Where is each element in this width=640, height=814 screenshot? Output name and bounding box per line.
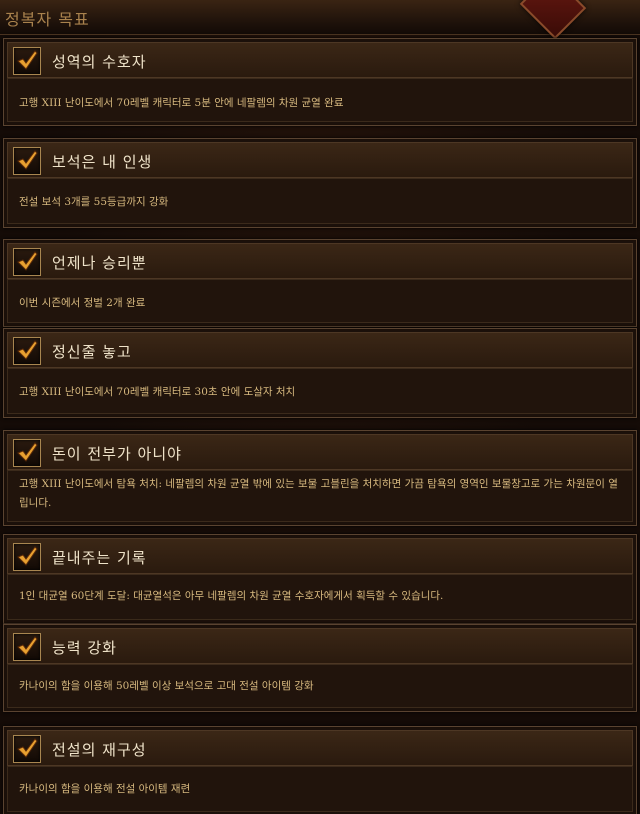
achievement-card[interactable]: 보석은 내 인생 전설 보석 3개를 55등급까지 강화	[3, 138, 637, 228]
achievement-description: 카나이의 함을 이용해 50레벨 이상 보석으로 고대 전설 아이템 강화	[19, 680, 314, 692]
achievement-body: 카나이의 함을 이용해 전설 아이템 재련	[7, 766, 633, 812]
achievement-description: 고행 XIII 난이도에서 탐욕 처치: 네팔렘의 차원 균열 밖에 있는 보물…	[19, 478, 618, 509]
checkmark-icon	[13, 47, 41, 75]
checkmark-icon	[13, 147, 41, 175]
achievement-description: 1인 대균열 60단계 도달: 대균열석은 아무 네팔렘의 차원 균열 수호자에…	[19, 590, 444, 602]
checkmark-icon	[13, 543, 41, 571]
conqueror-goals-panel: 정복자 목표 성역의 수호자 고행 XIII 난이도에서 70레벨 캐릭터로 5…	[0, 0, 640, 814]
achievement-header: 보석은 내 인생	[7, 142, 633, 178]
panel-header: 정복자 목표	[0, 0, 640, 40]
achievement-body: 카나이의 함을 이용해 50레벨 이상 보석으로 고대 전설 아이템 강화	[7, 664, 633, 708]
checkmark-icon	[13, 439, 41, 467]
achievement-header: 돈이 전부가 아니야	[7, 434, 633, 470]
achievement-card[interactable]: 전설의 재구성 카나이의 함을 이용해 전설 아이템 재련	[3, 726, 637, 814]
achievement-header: 전설의 재구성	[7, 730, 633, 766]
checkmark-icon	[13, 633, 41, 661]
achievement-body: 1인 대균열 60단계 도달: 대균열석은 아무 네팔렘의 차원 균열 수호자에…	[7, 574, 633, 620]
season-emblem-icon	[519, 0, 587, 40]
achievement-card[interactable]: 끝내주는 기록 1인 대균열 60단계 도달: 대균열석은 아무 네팔렘의 차원…	[3, 534, 637, 624]
achievement-body: 고행 XIII 난이도에서 70레벨 캐릭터로 30초 안에 도살자 처치	[7, 368, 633, 414]
achievement-card[interactable]: 언제나 승리뿐 이번 시즌에서 정벌 2개 완료	[3, 239, 637, 327]
achievement-body: 이번 시즌에서 정벌 2개 완료	[7, 279, 633, 323]
achievement-title: 끝내주는 기록	[52, 549, 147, 567]
achievement-title: 언제나 승리뿐	[52, 254, 147, 272]
achievement-body: 고행 XIII 난이도에서 탐욕 처치: 네팔렘의 차원 균열 밖에 있는 보물…	[7, 470, 633, 522]
achievement-body: 전설 보석 3개를 55등급까지 강화	[7, 178, 633, 224]
achievement-title: 보석은 내 인생	[52, 153, 153, 171]
achievement-description: 고행 XIII 난이도에서 70레벨 캐릭터로 5분 안에 네팔렘의 차원 균열…	[19, 97, 344, 109]
checkmark-icon	[13, 735, 41, 763]
achievement-card[interactable]: 정신줄 놓고 고행 XIII 난이도에서 70레벨 캐릭터로 30초 안에 도살…	[3, 328, 637, 418]
achievement-description: 고행 XIII 난이도에서 70레벨 캐릭터로 30초 안에 도살자 처치	[19, 386, 296, 398]
achievement-title: 정신줄 놓고	[52, 343, 132, 361]
achievement-header: 끝내주는 기록	[7, 538, 633, 574]
achievement-card[interactable]: 능력 강화 카나이의 함을 이용해 50레벨 이상 보석으로 고대 전설 아이템…	[3, 624, 637, 712]
achievement-header: 성역의 수호자	[7, 42, 633, 78]
achievement-header: 정신줄 놓고	[7, 332, 633, 368]
achievement-title: 전설의 재구성	[52, 741, 147, 759]
achievement-header: 언제나 승리뿐	[7, 243, 633, 279]
panel-title: 정복자 목표	[5, 10, 90, 29]
achievement-description: 이번 시즌에서 정벌 2개 완료	[19, 297, 146, 309]
achievement-title: 돈이 전부가 아니야	[52, 445, 182, 463]
achievement-title: 능력 강화	[52, 639, 117, 657]
achievement-description: 전설 보석 3개를 55등급까지 강화	[19, 196, 169, 208]
achievement-header: 능력 강화	[7, 628, 633, 664]
checkmark-icon	[13, 248, 41, 276]
achievement-card[interactable]: 돈이 전부가 아니야 고행 XIII 난이도에서 탐욕 처치: 네팔렘의 차원 …	[3, 430, 637, 526]
achievement-card[interactable]: 성역의 수호자 고행 XIII 난이도에서 70레벨 캐릭터로 5분 안에 네팔…	[3, 38, 637, 126]
achievement-title: 성역의 수호자	[52, 53, 147, 71]
checkmark-icon	[13, 337, 41, 365]
achievement-body: 고행 XIII 난이도에서 70레벨 캐릭터로 5분 안에 네팔렘의 차원 균열…	[7, 78, 633, 122]
achievement-description: 카나이의 함을 이용해 전설 아이템 재련	[19, 783, 191, 795]
